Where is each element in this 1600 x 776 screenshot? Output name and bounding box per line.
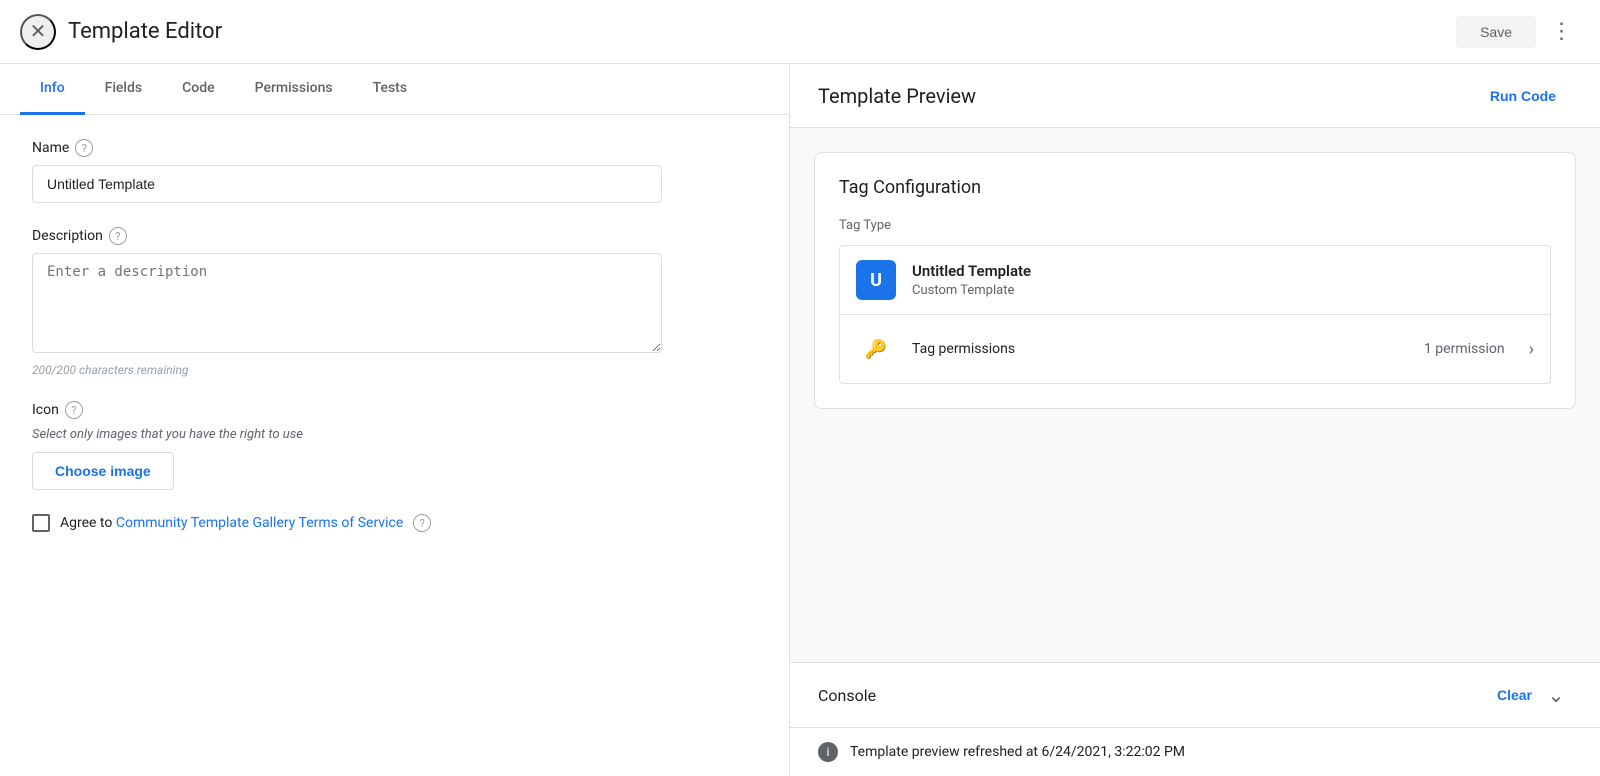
tag-template-sub: Custom Template	[912, 283, 1031, 298]
page-title: Template Editor	[68, 19, 1456, 44]
description-input[interactable]	[32, 253, 662, 353]
console-clear-button[interactable]: Clear	[1489, 683, 1540, 707]
name-input[interactable]	[32, 165, 662, 203]
name-help-icon[interactable]: ?	[75, 139, 93, 157]
chevron-right-icon: ›	[1529, 339, 1534, 360]
info-icon: i	[818, 742, 838, 762]
more-menu-button[interactable]: ⋮	[1544, 14, 1580, 50]
run-code-button[interactable]: Run Code	[1474, 80, 1572, 112]
console-expand-button[interactable]: ⌄	[1540, 679, 1572, 711]
tab-code[interactable]: Code	[162, 64, 234, 115]
tag-config-title: Tag Configuration	[839, 177, 1551, 198]
permissions-count: 1 permission	[1424, 341, 1505, 357]
right-panel: Template Preview Run Code Tag Configurat…	[790, 64, 1600, 776]
tabs-bar: Info Fields Code Permissions Tests	[0, 64, 789, 115]
tag-icon-badge: U	[856, 260, 896, 300]
left-panel: Info Fields Code Permissions Tests Name …	[0, 64, 790, 776]
console-log-row: i Template preview refreshed at 6/24/202…	[790, 728, 1600, 776]
tag-template-name: Untitled Template	[912, 262, 1031, 280]
tag-config-card: Tag Configuration Tag Type U Untitled Te…	[814, 152, 1576, 409]
tab-permissions[interactable]: Permissions	[235, 64, 353, 115]
icon-label: Icon ?	[32, 401, 757, 419]
tab-fields[interactable]: Fields	[85, 64, 162, 115]
save-button[interactable]: Save	[1456, 16, 1536, 48]
console-section: Console Clear ⌄ i Template preview refre…	[790, 662, 1600, 776]
header-actions: Save ⋮	[1456, 14, 1580, 50]
icon-field-group: Icon ? Select only images that you have …	[32, 401, 757, 490]
header: ✕ Template Editor Save ⋮	[0, 0, 1600, 64]
tab-tests[interactable]: Tests	[353, 64, 427, 115]
tag-type-item[interactable]: U Untitled Template Custom Template	[839, 245, 1551, 315]
tag-config-area: Tag Configuration Tag Type U Untitled Te…	[790, 128, 1600, 662]
preview-title: Template Preview	[818, 84, 1474, 108]
choose-image-button[interactable]: Choose image	[32, 452, 174, 490]
tag-type-label: Tag Type	[839, 218, 1551, 233]
right-header: Template Preview Run Code	[790, 64, 1600, 128]
permissions-label: Tag permissions	[912, 341, 1408, 357]
name-label: Name ?	[32, 139, 757, 157]
icon-help-icon[interactable]: ?	[65, 401, 83, 419]
tos-link[interactable]: Community Template Gallery Terms of Serv…	[116, 515, 403, 531]
key-icon: 🔑	[856, 329, 896, 369]
tos-row: Agree to Community Template Gallery Term…	[32, 514, 757, 532]
tos-help-icon[interactable]: ?	[413, 514, 431, 532]
left-content: Name ? Description ? 200/200 characters …	[0, 115, 789, 776]
description-help-icon[interactable]: ?	[109, 227, 127, 245]
more-icon: ⋮	[1551, 19, 1574, 44]
name-field-group: Name ?	[32, 139, 757, 203]
main-layout: Info Fields Code Permissions Tests Name …	[0, 64, 1600, 776]
char-count: 200/200 characters remaining	[32, 363, 757, 377]
tag-name-block: Untitled Template Custom Template	[912, 262, 1031, 298]
checkbox-label: Agree to Community Template Gallery Term…	[60, 515, 403, 531]
chevron-down-icon: ⌄	[1548, 683, 1565, 707]
tab-info[interactable]: Info	[20, 64, 85, 115]
description-label: Description ?	[32, 227, 757, 245]
tag-permissions-item[interactable]: 🔑 Tag permissions 1 permission ›	[839, 315, 1551, 384]
close-button[interactable]: ✕	[20, 14, 56, 50]
console-title: Console	[818, 686, 1489, 705]
close-icon: ✕	[30, 19, 47, 44]
console-header: Console Clear ⌄	[790, 663, 1600, 728]
tos-checkbox[interactable]	[32, 514, 50, 532]
description-field-group: Description ? 200/200 characters remaini…	[32, 227, 757, 377]
icon-subtitle: Select only images that you have the rig…	[32, 427, 757, 442]
console-log-text: Template preview refreshed at 6/24/2021,…	[850, 744, 1185, 760]
